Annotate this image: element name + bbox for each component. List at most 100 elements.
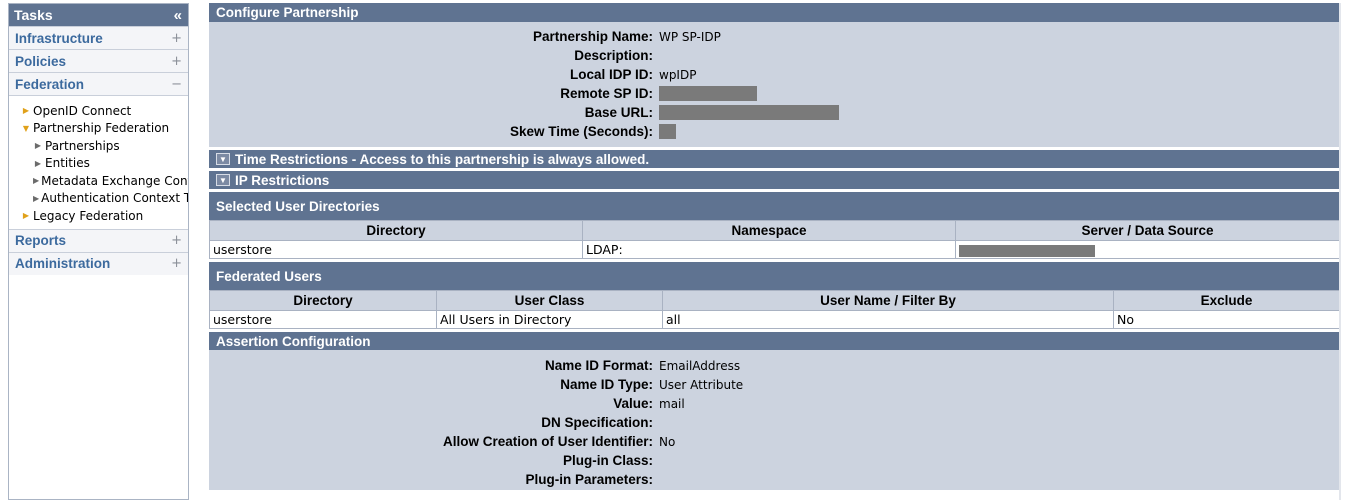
caret-right-icon: ▶ [34, 158, 42, 168]
caret-down-icon[interactable]: ▼ [21, 124, 31, 133]
field-description: Description: [209, 46, 1339, 65]
redacted-value [659, 124, 676, 139]
field-partnership-name: Partnership Name: WP SP-IDP [209, 27, 1339, 46]
tasks-sidebar: Tasks « Infrastructure + Policies + Fede… [8, 3, 189, 500]
field-plugin-class: Plug-in Class: [209, 451, 1339, 470]
field-label: Plug-in Parameters: [525, 472, 653, 487]
sidebar-section-infrastructure[interactable]: Infrastructure + [9, 26, 188, 49]
scroll-edge [1339, 3, 1341, 500]
field-skew-time: Skew Time (Seconds): [209, 122, 1339, 141]
field-plugin-parameters: Plug-in Parameters: [209, 470, 1339, 489]
table-cell: No [1113, 310, 1340, 329]
tree-item-partnerships[interactable]: ▶ Partnerships [9, 137, 188, 155]
table-header-row: Directory User Class User Name / Filter … [209, 290, 1340, 311]
time-restrictions-header[interactable]: ▼ Time Restrictions - Access to this par… [209, 150, 1339, 168]
sidebar-section-policies[interactable]: Policies + [9, 49, 188, 72]
tree-item-label: Metadata Exchange Configu [41, 173, 188, 188]
field-label: Partnership Name: [532, 29, 653, 44]
field-name-id-type: Name ID Type: User Attribute [209, 375, 1339, 394]
tasks-title: Tasks [14, 7, 53, 23]
tree-item-metadata-exchange[interactable]: ▶ Metadata Exchange Configu [9, 172, 188, 190]
expand-toggle-icon[interactable]: ▼ [216, 174, 230, 186]
assertion-configuration-panel: Name ID Format: EmailAddress Name ID Typ… [209, 350, 1339, 490]
tree-item-partnership-federation[interactable]: ▼ Partnership Federation [9, 120, 188, 138]
collapse-icon[interactable]: − [171, 77, 182, 92]
field-local-idp-id: Local IDP ID: wpIDP [209, 65, 1339, 84]
field-label: Allow Creation of User Identifier: [442, 434, 653, 449]
field-value: mail [659, 396, 685, 411]
federated-users-table: Directory User Class User Name / Filter … [209, 290, 1340, 329]
tree-item-label: Partnerships [45, 138, 120, 153]
main-content: Configure Partnership Partnership Name: … [209, 3, 1340, 490]
field-label: Remote SP ID: [560, 86, 653, 101]
field-label: Value: [613, 396, 653, 411]
field-value: User Attribute [659, 377, 744, 392]
section-label: Infrastructure [15, 30, 103, 46]
tree-item-label: OpenID Connect [33, 103, 132, 118]
user-directories-table: Directory Namespace Server / Data Source… [209, 220, 1340, 259]
caret-right-icon: ▶ [34, 141, 42, 151]
table-cell: LDAP: [582, 240, 956, 259]
field-value: Value: mail [209, 394, 1339, 413]
sidebar-section-administration[interactable]: Administration + [9, 251, 188, 275]
section-label: Federation [15, 76, 85, 92]
expand-icon[interactable]: + [171, 54, 182, 69]
redacted-value [959, 244, 1095, 257]
column-header: User Name / Filter By [662, 290, 1114, 311]
field-dn-specification: DN Specification: [209, 413, 1339, 432]
tree-item-label: Legacy Federation [33, 208, 144, 223]
sidebar-section-reports[interactable]: Reports + [9, 228, 188, 252]
table-cell: All Users in Directory [436, 310, 663, 329]
configure-partnership-panel: Partnership Name: WP SP-IDP Description:… [209, 22, 1339, 147]
collapse-sidebar-icon[interactable]: « [174, 7, 182, 24]
field-remote-sp-id: Remote SP ID: [209, 84, 1339, 103]
field-label: Name ID Format: [544, 358, 653, 373]
sidebar-section-federation[interactable]: Federation − [9, 72, 188, 95]
tree-item-entities[interactable]: ▶ Entities [9, 155, 188, 173]
table-cell: all [662, 310, 1114, 329]
field-value: No [659, 434, 676, 449]
column-header: User Class [436, 290, 663, 311]
section-title: Selected User Directories [216, 198, 380, 214]
section-title: Configure Partnership [216, 5, 359, 20]
section-title: Assertion Configuration [216, 333, 371, 349]
table-cell: userstore [209, 240, 583, 259]
tree-item-openid-connect[interactable]: ▶ OpenID Connect [9, 102, 188, 120]
field-value: wpIDP [659, 67, 697, 82]
field-label: Description: [574, 48, 653, 63]
expand-icon[interactable]: + [171, 233, 182, 248]
table-row: userstore LDAP: [209, 240, 1340, 259]
field-label: Skew Time (Seconds): [509, 124, 653, 139]
federated-users-header: Federated Users [209, 262, 1339, 290]
column-header: Exclude [1113, 290, 1340, 311]
column-header: Namespace [582, 220, 956, 241]
expand-icon[interactable]: + [171, 256, 182, 271]
section-label: Reports [15, 233, 67, 248]
configure-partnership-header: Configure Partnership [209, 3, 1339, 22]
ip-restrictions-header[interactable]: ▼ IP Restrictions [209, 171, 1339, 189]
field-value: WP SP-IDP [659, 29, 721, 44]
field-label: Base URL: [584, 105, 653, 120]
table-cell: userstore [209, 310, 437, 329]
tree-item-label: Authentication Context Tem [41, 191, 189, 206]
field-name-id-format: Name ID Format: EmailAddress [209, 356, 1339, 375]
tasks-header: Tasks « [9, 4, 188, 26]
table-header-row: Directory Namespace Server / Data Source [209, 220, 1340, 241]
section-label: Administration [15, 256, 111, 271]
federation-tree: ▶ OpenID Connect ▼ Partnership Federatio… [9, 95, 188, 229]
tree-item-label: Partnership Federation [33, 121, 170, 136]
field-base-url: Base URL: [209, 103, 1339, 122]
section-label: Policies [15, 53, 67, 69]
field-label: DN Specification: [541, 415, 653, 430]
tree-item-legacy-federation[interactable]: ▶ Legacy Federation [9, 207, 188, 225]
caret-right-icon: ▶ [33, 176, 40, 186]
expand-icon[interactable]: + [171, 31, 182, 46]
caret-right-icon[interactable]: ▶ [21, 106, 31, 115]
tree-item-authentication-context[interactable]: ▶ Authentication Context Tem [9, 190, 188, 208]
expand-toggle-icon[interactable]: ▼ [216, 153, 230, 165]
table-cell [955, 240, 1340, 259]
caret-right-icon[interactable]: ▶ [21, 211, 31, 220]
field-label: Local IDP ID: [569, 67, 653, 82]
caret-right-icon: ▶ [33, 193, 40, 203]
field-value: EmailAddress [659, 358, 741, 373]
